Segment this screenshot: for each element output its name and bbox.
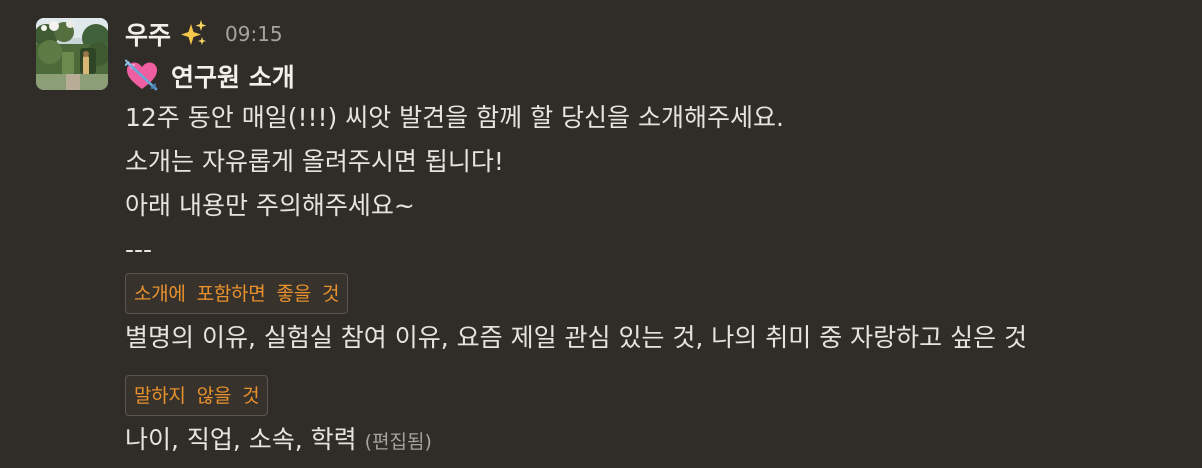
section-label-wrap: 말하지 않을 것 [125,360,1195,416]
section-content: 별명의 이유, 실험실 참여 이유, 요즘 제일 관심 있는 것, 나의 취미 … [125,323,1028,352]
sparkles-icon [181,20,207,48]
sender-name[interactable]: 우주 [125,16,171,52]
message-line: 아래 내용만 주의해주세요~ [125,191,415,220]
message-title: 연구원 소개 [125,56,1195,96]
chat-message: 우주 09:15 연구원 소개 12주 동안 매일(!!!) 씨앗 발견을 함께… [0,0,1202,468]
message-body: 연구원 소개 12주 동안 매일(!!!) 씨앗 발견을 함께 할 당신을 소개… [125,56,1195,462]
section-content-line: 나이, 직업, 소속, 학력 (편집됨) [125,418,1195,462]
section-label-wrap: 소개에 포함하면 좋을 것 [125,272,1195,314]
title-text: 연구원 소개 [171,63,295,92]
inline-code-label: 소개에 포함하면 좋을 것 [125,273,349,314]
message-line: 소개는 자유롭게 올려주시면 됩니다! [125,147,504,176]
edited-label: (편집됨) [364,431,432,453]
avatar[interactable] [36,18,108,90]
message-line: 12주 동안 매일(!!!) 씨앗 발견을 함께 할 당신을 소개해주세요. [125,103,784,132]
divider-text: --- [125,235,153,264]
avatar-photo [36,18,108,90]
heart-with-arrow-icon [125,59,159,93]
message-header: 우주 09:15 [125,14,283,54]
timestamp[interactable]: 09:15 [225,22,283,46]
inline-code-label: 말하지 않을 것 [125,375,269,416]
section-content: 나이, 직업, 소속, 학력 [125,425,357,454]
